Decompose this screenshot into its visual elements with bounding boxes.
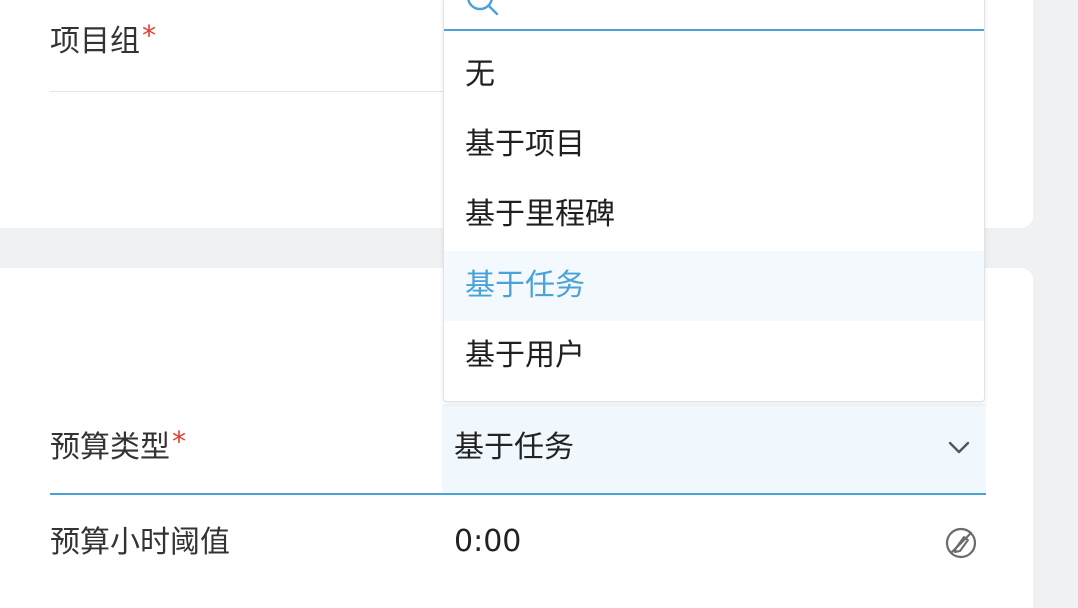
budget-type-dropdown[interactable]: 无 基于项目 基于里程碑 基于任务 基于用户: [443, 0, 985, 402]
dropdown-option-milestone[interactable]: 基于里程碑: [444, 180, 984, 250]
required-mark: *: [142, 19, 156, 52]
budget-hours-threshold-input[interactable]: 0:00: [454, 522, 521, 562]
budget-type-selected-value: 基于任务: [454, 430, 574, 465]
chevron-down-icon[interactable]: [946, 434, 972, 460]
budget-hours-threshold-label: 预算小时阈值: [50, 525, 230, 560]
budget-type-label-text: 预算类型: [50, 430, 170, 465]
budget-type-divider: [50, 493, 986, 495]
required-mark: *: [172, 425, 186, 458]
dropdown-option-project[interactable]: 基于项目: [444, 110, 984, 180]
budget-type-label: 预算类型*: [50, 425, 186, 468]
dropdown-option-task[interactable]: 基于任务: [444, 251, 984, 321]
project-group-label: 项目组*: [50, 19, 156, 62]
dropdown-option-none[interactable]: 无: [444, 40, 984, 110]
search-icon: [467, 0, 499, 16]
budget-type-select[interactable]: 基于任务: [442, 404, 986, 494]
dropdown-search-input[interactable]: [444, 0, 984, 31]
project-group-label-text: 项目组: [50, 24, 140, 59]
project-group-divider: [50, 91, 450, 92]
clear-icon[interactable]: [944, 526, 978, 560]
dropdown-option-user[interactable]: 基于用户: [444, 321, 984, 391]
